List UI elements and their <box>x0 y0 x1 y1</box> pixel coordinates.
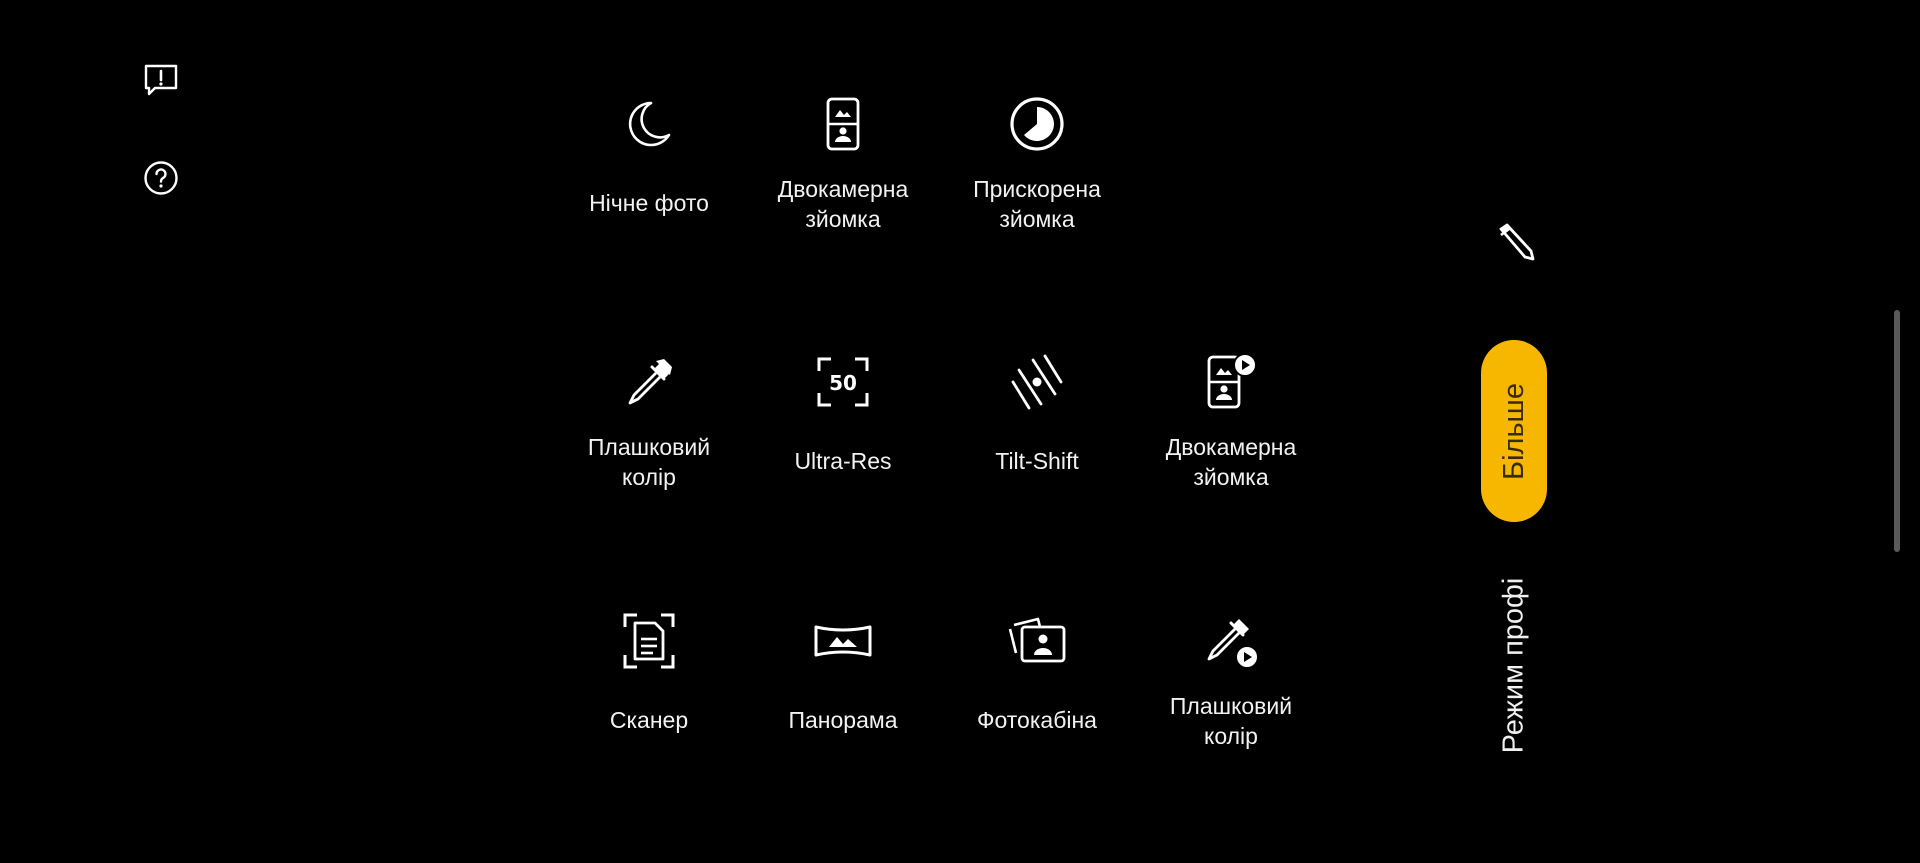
color-picker-icon <box>628 359 672 405</box>
mode-tilt-shift[interactable]: Tilt-Shift <box>940 350 1134 476</box>
feedback-icon <box>144 64 178 96</box>
ultra-res-icon: 50 <box>817 357 869 407</box>
tilt-shift-icon <box>1011 354 1063 410</box>
feedback-button[interactable] <box>141 60 181 100</box>
mode-label: Ultra-Res <box>794 448 892 474</box>
mode-label: Нічне фото <box>589 190 709 216</box>
mode-label: Фотокабіна <box>977 707 1097 733</box>
scrollbar[interactable] <box>1894 310 1900 552</box>
help-icon <box>144 161 178 195</box>
mode-scanner[interactable]: Сканер <box>552 609 746 735</box>
mode-label: Панорама <box>788 707 898 733</box>
dual-camera-icon <box>826 97 860 151</box>
mode-night[interactable]: Нічне фото <box>552 92 746 218</box>
mode-label: Плашковий колір <box>1169 693 1293 749</box>
mode-ultra-res[interactable]: 50 Ultra-Res <box>746 350 940 476</box>
ultra-res-badge: 50 <box>829 371 857 395</box>
mode-dual-camera[interactable]: Двокамерна зйомка <box>746 92 940 234</box>
mode-timelapse[interactable]: Прискорена зйомка <box>940 92 1134 234</box>
mode-label: Сканер <box>609 707 689 733</box>
mode-label: Двокамерна зйомка <box>1165 434 1297 490</box>
dual-camera-video-icon <box>1207 353 1257 409</box>
color-picker-video-icon <box>1207 619 1259 669</box>
timelapse-icon <box>1010 97 1064 151</box>
mode-more-label: Більше <box>1497 382 1530 480</box>
panorama-icon <box>814 625 872 657</box>
mode-dual-camera-video[interactable]: Двокамерна зйомка <box>1134 350 1328 492</box>
help-button[interactable] <box>141 158 181 198</box>
mode-label: Прискорена зйомка <box>973 176 1101 232</box>
moon-icon <box>628 101 671 147</box>
mode-spot-color-video[interactable]: Плашковий колір <box>1134 609 1328 751</box>
mode-pro-label: Режим профі <box>1497 577 1530 753</box>
pencil-icon <box>1499 223 1535 261</box>
scanner-icon <box>623 613 675 669</box>
mode-panorama[interactable]: Панорама <box>746 609 940 735</box>
mode-label: Двокамерна зйомка <box>777 176 909 232</box>
mode-pro-tab[interactable]: Режим профі <box>1474 560 1554 770</box>
photobooth-icon <box>1008 617 1066 663</box>
mode-spot-color[interactable]: Плашковий колір <box>552 350 746 492</box>
mode-label: Tilt-Shift <box>995 448 1079 474</box>
edit-modes-button[interactable] <box>1492 218 1538 264</box>
mode-photobooth[interactable]: Фотокабіна <box>940 609 1134 735</box>
mode-label: Плашковий колір <box>587 434 711 490</box>
mode-more-tab[interactable]: Більше <box>1481 340 1547 522</box>
